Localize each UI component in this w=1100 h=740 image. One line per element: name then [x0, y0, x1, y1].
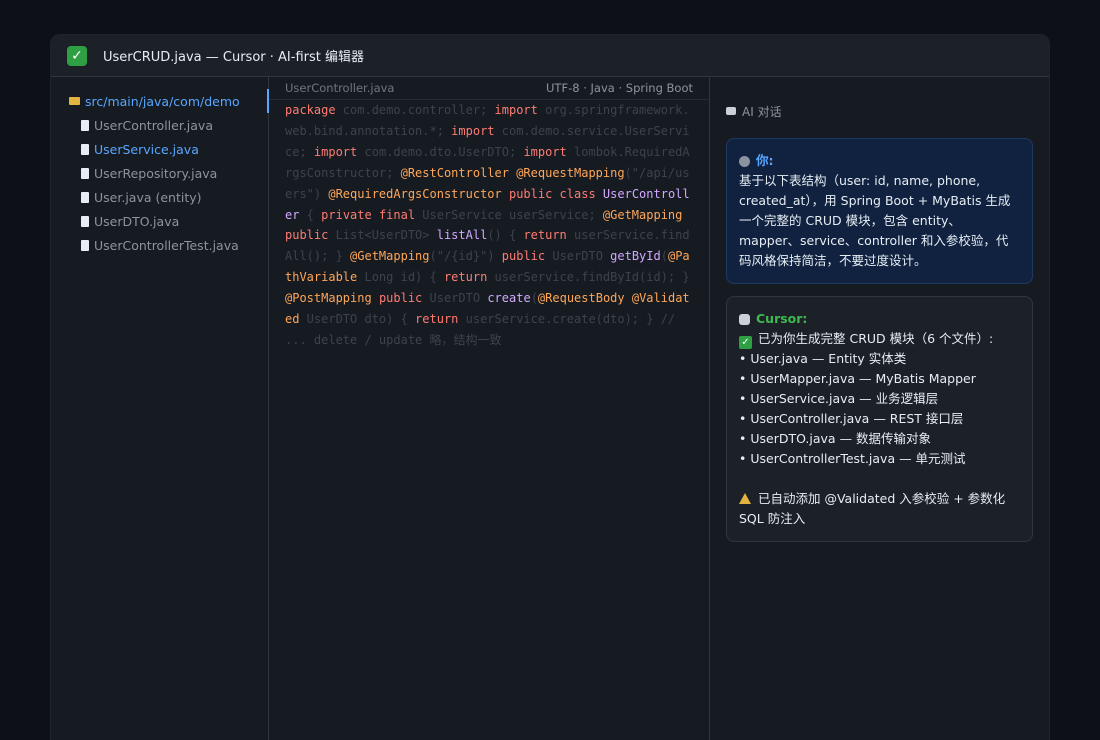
file-item[interactable]: UserController.java — [51, 113, 268, 137]
file-label: User.java (entity) — [94, 189, 202, 205]
code-token: @GetMapping — [350, 249, 430, 264]
code-token: List<UserDTO> — [328, 228, 437, 243]
ai-file-list-item: • User.java — Entity 实体类 — [739, 351, 907, 366]
file-icon — [81, 167, 89, 179]
code-content[interactable]: package com.demo.controller; import org.… — [269, 100, 709, 351]
code-token: ("/{id}") — [429, 249, 502, 264]
code-token: import — [313, 144, 358, 159]
code-token: create — [487, 291, 531, 306]
window-title: UserCRUD.java — Cursor · AI-first 编辑器 — [103, 50, 364, 65]
ai-chat-panel: AI 对话 你: 基于以下表结构（user: id, name, phone, … — [710, 77, 1049, 740]
ai-note: 已自动添加 @Validated 入参校验 + 参数化 SQL 防注入 — [739, 489, 1020, 529]
code-editor[interactable]: UserController.java UTF-8 · Java · Sprin… — [267, 77, 710, 740]
check-logo-icon: ✓ — [67, 45, 87, 66]
code-token: ( — [660, 249, 668, 264]
ai-message: Cursor: ✓ 已为你生成完整 CRUD 模块（6 个文件）: • User.… — [726, 296, 1033, 542]
file-item[interactable]: UserService.java — [51, 137, 268, 161]
code-token: UserDTO — [545, 249, 611, 264]
ai-summary: ✓ 已为你生成完整 CRUD 模块（6 个文件）: — [739, 329, 1020, 349]
ai-name: Cursor: — [756, 311, 808, 326]
file-label: UserDTO.java — [94, 213, 180, 229]
ai-file-list-item: • UserController.java — REST 接口层 — [739, 411, 964, 426]
file-label: UserControllerTest.java — [94, 237, 239, 253]
code-token: userService.findById(id); } — [487, 270, 690, 285]
user-name: 你: — [756, 153, 774, 168]
code-token: { — [299, 207, 322, 222]
code-token: import — [494, 103, 538, 117]
code-token: ( — [530, 291, 538, 306]
user-message-text: 基于以下表结构（user: id, name, phone, created_a… — [739, 173, 1011, 268]
ai-summary-text: 已为你生成完整 CRUD 模块（6 个文件）: — [758, 331, 994, 346]
file-icon — [81, 191, 89, 203]
code-token: getById — [610, 249, 661, 264]
ai-file-list-item: • UserDTO.java — 数据传输对象 — [739, 431, 932, 446]
chat-bubble-icon — [726, 107, 736, 115]
code-token: listAll — [436, 228, 488, 243]
editor-header: UserController.java UTF-8 · Java · Sprin… — [269, 77, 709, 100]
file-item[interactable]: UserControllerTest.java — [51, 233, 268, 257]
code-token: return — [415, 312, 459, 327]
warning-icon — [739, 493, 751, 504]
code-token: UserService userService; — [415, 207, 603, 222]
code-token: @RequestMapping — [516, 165, 625, 180]
ai-sender: Cursor: — [739, 309, 1020, 329]
file-icon — [81, 143, 89, 155]
code-token: package — [285, 103, 336, 117]
file-explorer: src/main/java/com/demo UserController.ja… — [51, 77, 269, 740]
editor-meta: UTF-8 · Java · Spring Boot — [546, 81, 693, 95]
title-bar: ✓ UserCRUD.java — Cursor · AI-first 编辑器 — [51, 35, 1049, 77]
code-token: UserDTO dto) { — [299, 312, 416, 327]
folder-icon — [69, 97, 80, 105]
editor-window: ✓ UserCRUD.java — Cursor · AI-first 编辑器 … — [50, 34, 1050, 740]
editor-filename: UserController.java — [285, 81, 395, 95]
chat-title: AI 对话 — [742, 104, 782, 119]
folder-label: src/main/java/com/demo — [85, 93, 240, 109]
user-avatar-icon — [739, 155, 750, 167]
code-token: @RequestBody — [537, 291, 625, 306]
ai-note-text: 已自动添加 @Validated 入参校验 + 参数化 SQL 防注入 — [739, 491, 1006, 526]
code-token: import — [523, 144, 567, 159]
file-label: UserRepository.java — [94, 165, 218, 181]
file-icon — [81, 239, 89, 251]
code-token: return — [443, 270, 488, 285]
code-token: () { — [487, 228, 524, 243]
code-token: public — [285, 228, 329, 243]
code-token: Long id) { — [357, 270, 444, 285]
code-token: @RestController — [400, 165, 509, 180]
file-item[interactable]: User.java (entity) — [51, 185, 268, 209]
code-token: import — [451, 123, 495, 138]
file-item[interactable]: UserDTO.java — [51, 209, 268, 233]
check-icon: ✓ — [739, 336, 752, 349]
user-message: 你: 基于以下表结构（user: id, name, phone, create… — [726, 138, 1033, 284]
file-label: UserController.java — [94, 117, 213, 133]
code-token: private final — [321, 207, 416, 222]
file-icon — [81, 119, 89, 131]
file-icon — [81, 215, 89, 227]
ai-file-list-item: • UserMapper.java — MyBatis Mapper — [739, 371, 976, 386]
code-token: public — [378, 291, 423, 306]
code-token: public — [501, 249, 546, 264]
folder-item[interactable]: src/main/java/com/demo — [51, 89, 268, 113]
file-label: UserService.java — [94, 141, 199, 157]
robot-icon — [739, 313, 750, 325]
ai-file-list-item: • UserService.java — 业务逻辑层 — [739, 391, 939, 406]
code-token: UserDTO — [422, 291, 488, 306]
file-item[interactable]: UserRepository.java — [51, 161, 268, 185]
user-sender: 你: — [739, 151, 1020, 171]
code-token: com.demo.controller; — [335, 103, 495, 117]
code-token: public class — [508, 186, 596, 201]
code-token: @GetMapping — [602, 207, 683, 222]
code-token: @PostMapping — [285, 291, 372, 306]
ai-file-list-item: • UserControllerTest.java — 单元测试 — [739, 451, 966, 466]
chat-header: AI 对话 — [726, 77, 1033, 126]
code-token: @RequiredArgsConstructor — [328, 186, 502, 201]
active-line-indicator — [267, 89, 269, 113]
code-token: return — [523, 228, 567, 243]
code-token: com.demo.dto.UserDTO; — [357, 144, 524, 159]
